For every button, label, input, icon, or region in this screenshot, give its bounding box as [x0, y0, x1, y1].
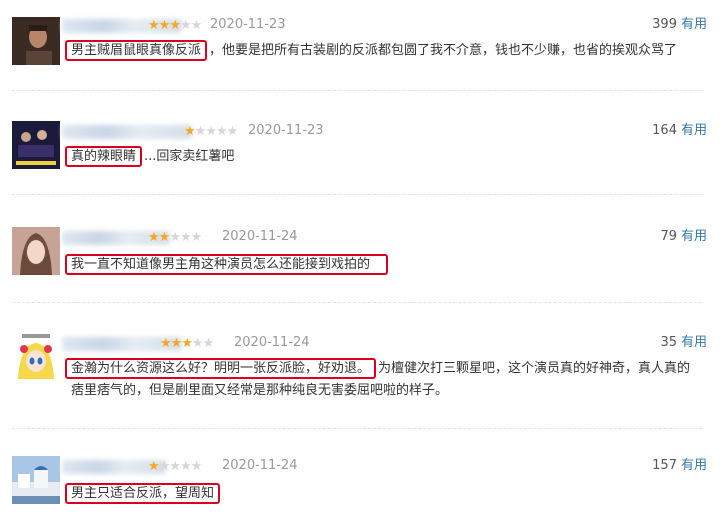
star-icon: ★	[158, 459, 171, 474]
star-icon: ★	[170, 336, 183, 351]
review-date: 2020-11-23	[210, 17, 286, 32]
rating-stars: ★★★★★	[148, 17, 203, 35]
star-icon: ★	[160, 336, 172, 351]
star-icon: ★	[215, 124, 228, 139]
avatar[interactable]	[12, 121, 60, 169]
star-icon: ★	[194, 124, 207, 139]
useful-count: 35	[660, 335, 677, 350]
star-icon: ★	[169, 459, 181, 474]
review-date: 2020-11-23	[248, 123, 324, 138]
highlight-box: 男主贼眉鼠眼真像反派	[65, 40, 208, 61]
star-icon: ★	[191, 336, 204, 351]
useful-count: 157	[652, 458, 677, 473]
avatar[interactable]	[12, 227, 60, 275]
star-icon: ★	[169, 230, 181, 245]
review-date: 2020-11-24	[222, 458, 298, 473]
avatar[interactable]	[12, 456, 60, 504]
star-icon: ★	[205, 124, 217, 139]
star-icon: ★	[226, 124, 239, 139]
username-blurred[interactable]	[62, 125, 192, 139]
review-comment: 男主只适合反派，望周知	[65, 483, 691, 505]
star-icon: ★	[202, 336, 215, 351]
star-icon: ★	[148, 18, 160, 33]
useful-vote[interactable]: 79 有用	[660, 227, 707, 247]
review-comment: 我一直不知道像男主角这种演员怎么还能接到戏拍的	[65, 254, 691, 276]
comment-text: ，他要是把所有古装剧的反派都包圆了我不介意，钱也不少赚，也省的挨观众骂了	[209, 43, 678, 58]
star-icon: ★	[179, 18, 192, 33]
useful-vote[interactable]: 164 有用	[652, 121, 707, 141]
divider	[12, 428, 702, 429]
highlight-box: 真的辣眼睛	[65, 146, 143, 167]
star-icon: ★	[158, 18, 171, 33]
useful-vote[interactable]: 35 有用	[660, 333, 707, 353]
useful-count: 399	[652, 17, 677, 32]
avatar[interactable]	[12, 333, 60, 381]
star-icon: ★	[148, 230, 160, 245]
useful-label[interactable]: 有用	[681, 458, 707, 473]
star-icon: ★	[179, 230, 192, 245]
rating-stars: ★★★★★	[148, 229, 203, 247]
highlight-box: 男主只适合反派，望周知	[65, 483, 221, 504]
comment-text: ...回家卖红薯吧	[144, 149, 235, 164]
review-date: 2020-11-24	[222, 229, 298, 244]
useful-label[interactable]: 有用	[681, 17, 707, 32]
avatar[interactable]	[12, 17, 60, 65]
useful-vote[interactable]: 399 有用	[652, 15, 707, 35]
star-icon: ★	[148, 459, 160, 474]
useful-label[interactable]: 有用	[681, 123, 707, 138]
star-icon: ★	[181, 336, 193, 351]
useful-label[interactable]: 有用	[681, 229, 707, 244]
useful-label[interactable]: 有用	[681, 335, 707, 350]
star-icon: ★	[190, 18, 203, 33]
useful-count: 164	[652, 123, 677, 138]
review-comment: 男主贼眉鼠眼真像反派 ，他要是把所有古装剧的反派都包圆了我不介意，钱也不少赚，也省…	[65, 40, 691, 62]
star-icon: ★	[190, 459, 203, 474]
divider	[12, 90, 702, 91]
rating-stars: ★★★★★	[160, 335, 215, 353]
rating-stars: ★★★★★	[184, 123, 239, 141]
highlight-box: 金瀚为什么资源这么好？明明一张反派脸，好劝退。	[65, 358, 377, 379]
highlight-box: 我一直不知道像男主角这种演员怎么还能接到戏拍的	[65, 254, 389, 275]
review-date: 2020-11-24	[234, 335, 310, 350]
divider	[12, 302, 702, 303]
divider	[12, 194, 702, 195]
star-icon: ★	[158, 230, 171, 245]
useful-count: 79	[660, 229, 677, 244]
star-icon: ★	[184, 124, 196, 139]
star-icon: ★	[190, 230, 203, 245]
star-icon: ★	[179, 459, 192, 474]
review-comment: 金瀚为什么资源这么好？明明一张反派脸，好劝退。 为檀健次打三颗星吧，这个演员真的好…	[65, 358, 691, 402]
star-icon: ★	[169, 18, 181, 33]
useful-vote[interactable]: 157 有用	[652, 456, 707, 476]
rating-stars: ★★★★★	[148, 458, 203, 476]
review-comment: 真的辣眼睛 ...回家卖红薯吧	[65, 146, 691, 168]
